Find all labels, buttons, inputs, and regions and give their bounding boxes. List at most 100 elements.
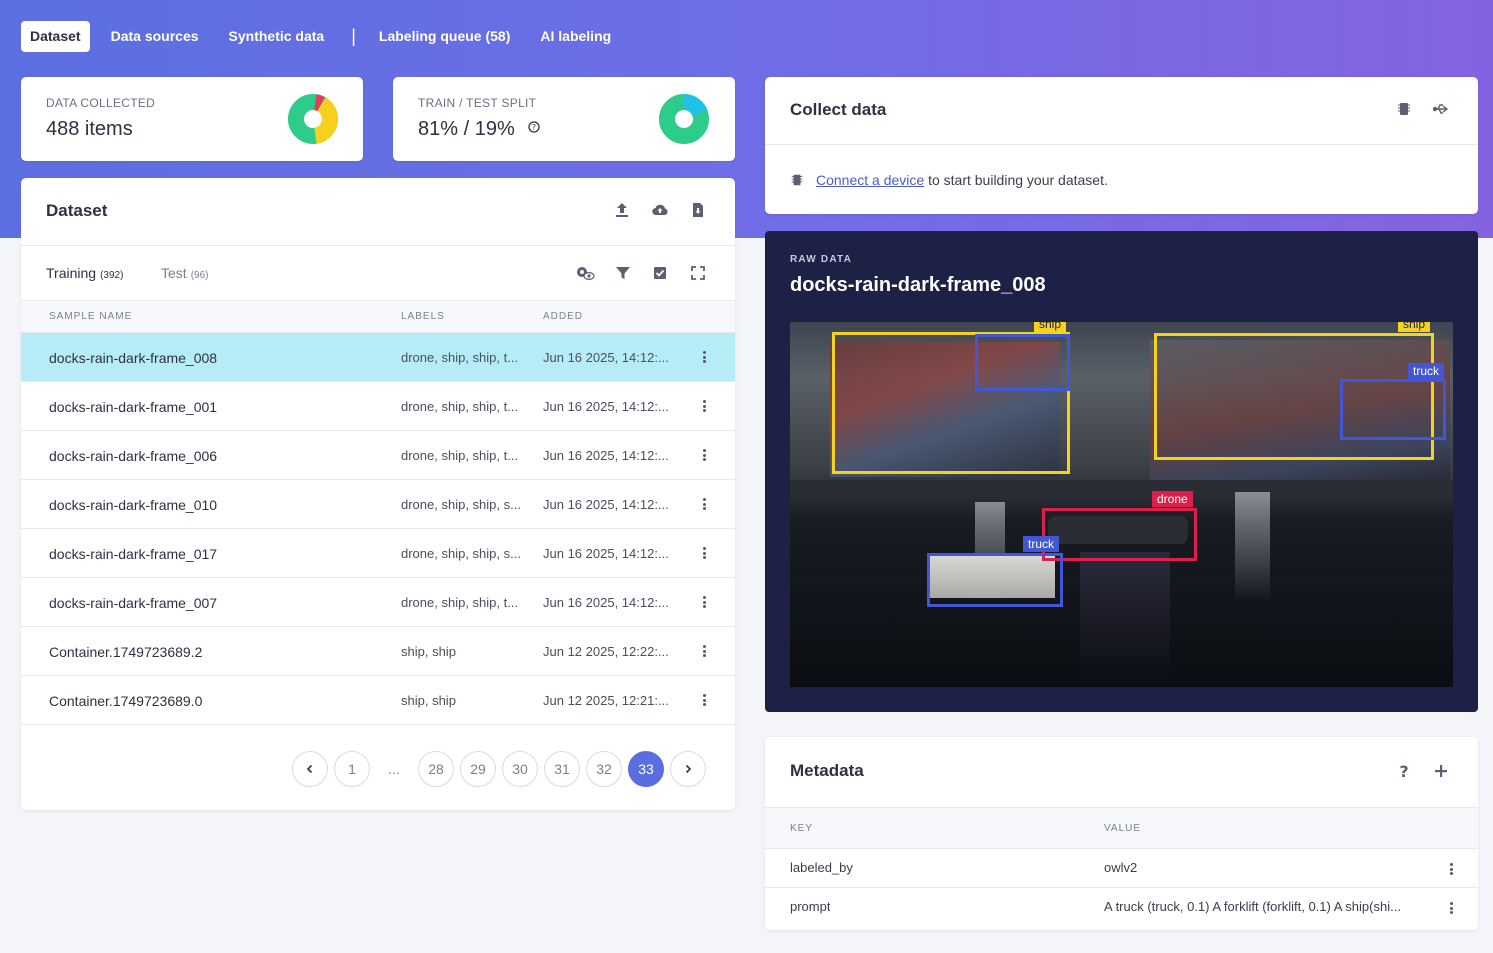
light-reflection — [1235, 492, 1270, 602]
page-button[interactable]: 28 — [418, 751, 454, 787]
filter-icon[interactable] — [612, 262, 634, 284]
tab-data-sources[interactable]: Data sources — [102, 21, 208, 52]
connect-device-message: Connect a device to start building your … — [790, 172, 1108, 188]
column-added[interactable]: ADDED — [543, 311, 583, 322]
connect-device-link[interactable]: Connect a device — [816, 172, 924, 188]
prev-page-chevron-left-icon[interactable] — [292, 751, 328, 787]
top-nav: Dataset Data sources Synthetic data | La… — [21, 21, 632, 52]
row-menu-icon[interactable] — [701, 398, 707, 414]
page-button[interactable]: 30 — [502, 751, 538, 787]
row-menu-icon[interactable] — [701, 349, 707, 365]
data-collected-donut-chart — [288, 94, 338, 144]
sample-name: docks-rain-dark-frame_008 — [49, 350, 218, 366]
metadata-row[interactable]: labeled_by owlv2 — [765, 849, 1478, 888]
sample-added: Jun 12 2025, 12:21:... — [543, 693, 669, 708]
collect-data-panel: Collect data Connect a device to start b… — [765, 77, 1478, 214]
sample-labels: drone, ship, ship, t... — [401, 448, 519, 463]
metadata-value: A truck (truck, 0.1) A forklift (forklif… — [1104, 899, 1401, 914]
expand-icon[interactable] — [687, 262, 709, 284]
usb-icon[interactable] — [1430, 98, 1452, 120]
raw-data-label: RAW DATA — [790, 254, 852, 265]
tab-labeling-queue[interactable]: Labeling queue (58) — [370, 21, 519, 52]
column-value: VALUE — [1104, 823, 1142, 834]
metadata-panel: Metadata ? KEY VALUE labeled_by owlv2 pr… — [765, 737, 1478, 930]
light-reflection — [1080, 552, 1170, 682]
select-checkbox-icon[interactable] — [649, 262, 671, 284]
gear-eye-icon[interactable] — [572, 262, 598, 284]
row-menu-icon[interactable] — [701, 643, 707, 659]
page-button[interactable]: 31 — [544, 751, 580, 787]
tab-test[interactable]: Test (96) — [161, 265, 208, 281]
page-button[interactable]: 32 — [586, 751, 622, 787]
chip-icon — [791, 174, 803, 186]
bbox-truck[interactable] — [927, 553, 1063, 607]
page-button-current[interactable]: 33 — [628, 751, 664, 787]
row-menu-icon[interactable] — [701, 496, 707, 512]
data-collected-value: 488 items — [46, 118, 133, 140]
table-row[interactable]: Container.1749723689.2 ship, ship Jun 12… — [21, 627, 735, 676]
bbox-label-truck: truck — [1023, 536, 1060, 552]
sample-name: docks-rain-dark-frame_006 — [49, 448, 218, 464]
row-menu-icon[interactable] — [701, 594, 707, 610]
tab-synthetic-data[interactable]: Synthetic data — [220, 21, 334, 52]
sample-image[interactable]: ship ship truck drone truck — [790, 322, 1453, 687]
metadata-table-header: KEY VALUE — [765, 807, 1478, 849]
metadata-value: owlv2 — [1104, 860, 1138, 875]
metadata-key: prompt — [790, 899, 831, 914]
table-row[interactable]: docks-rain-dark-frame_007 drone, ship, s… — [21, 578, 735, 627]
row-menu-icon[interactable] — [701, 692, 707, 708]
dataset-panel: Dataset Training (392) Test (96) SAMPLE NA… — [21, 178, 735, 810]
table-row[interactable]: docks-rain-dark-frame_001 drone, ship, s… — [21, 382, 735, 431]
sample-name: Container.1749723689.2 — [49, 644, 203, 660]
raw-data-panel: RAW DATA docks-rain-dark-frame_008 ship … — [765, 231, 1478, 712]
row-menu-icon[interactable] — [701, 545, 707, 561]
metadata-row[interactable]: prompt A truck (truck, 0.1) A forklift (… — [765, 888, 1478, 927]
table-row[interactable]: docks-rain-dark-frame_008 drone, ship, s… — [21, 333, 735, 382]
raw-data-title: docks-rain-dark-frame_008 — [790, 274, 1046, 296]
cloud-upload-icon[interactable] — [649, 199, 671, 221]
column-labels[interactable]: LABELS — [401, 311, 445, 322]
collect-data-title: Collect data — [790, 100, 887, 119]
svg-text:?: ? — [1399, 763, 1408, 779]
metadata-row-menu-icon[interactable] — [1448, 861, 1454, 877]
tab-dataset[interactable]: Dataset — [21, 21, 90, 52]
next-page-chevron-right-icon[interactable] — [670, 751, 706, 787]
table-row[interactable]: docks-rain-dark-frame_010 drone, ship, s… — [21, 480, 735, 529]
question-circle-icon[interactable]: ? — [528, 121, 540, 133]
bbox-drone[interactable] — [1042, 508, 1197, 561]
file-download-icon[interactable] — [687, 199, 709, 221]
sample-added: Jun 16 2025, 14:12:... — [543, 448, 669, 463]
table-row[interactable]: docks-rain-dark-frame_017 drone, ship, s… — [21, 529, 735, 578]
collect-divider — [765, 144, 1478, 145]
row-menu-icon[interactable] — [701, 447, 707, 463]
page-button[interactable]: 29 — [460, 751, 496, 787]
column-sample-name[interactable]: SAMPLE NAME — [49, 311, 132, 322]
sample-added: Jun 16 2025, 14:12:... — [543, 350, 669, 365]
chip-icon[interactable] — [1393, 98, 1415, 120]
sample-added: Jun 16 2025, 14:12:... — [543, 546, 669, 561]
sample-name: docks-rain-dark-frame_010 — [49, 497, 218, 513]
sample-name: docks-rain-dark-frame_007 — [49, 595, 218, 611]
upload-icon[interactable] — [611, 199, 633, 221]
sample-added: Jun 16 2025, 14:12:... — [543, 399, 669, 414]
pagination: 1 ... 28 29 30 31 32 33 — [292, 751, 712, 787]
connect-device-text: to start building your dataset. — [924, 172, 1108, 188]
dataset-title: Dataset — [46, 201, 108, 220]
sample-labels: drone, ship, ship, t... — [401, 595, 519, 610]
sample-labels: ship, ship — [401, 644, 456, 659]
dataset-header-divider — [21, 245, 735, 246]
table-row[interactable]: Container.1749723689.0 ship, ship Jun 12… — [21, 676, 735, 725]
sample-name: Container.1749723689.0 — [49, 693, 203, 709]
sample-added: Jun 16 2025, 14:12:... — [543, 497, 669, 512]
bbox-truck[interactable] — [1340, 379, 1446, 440]
table-row[interactable]: docks-rain-dark-frame_006 drone, ship, s… — [21, 431, 735, 480]
sample-name: docks-rain-dark-frame_001 — [49, 399, 218, 415]
help-icon[interactable]: ? — [1393, 760, 1415, 782]
page-button[interactable]: 1 — [334, 751, 370, 787]
metadata-row-menu-icon[interactable] — [1448, 900, 1454, 916]
data-collected-label: DATA COLLECTED — [46, 96, 156, 110]
tab-training[interactable]: Training (392) — [46, 265, 123, 281]
tab-ai-labeling[interactable]: AI labeling — [531, 21, 620, 52]
bbox-truck-small[interactable] — [975, 334, 1070, 391]
add-icon[interactable] — [1430, 760, 1452, 782]
